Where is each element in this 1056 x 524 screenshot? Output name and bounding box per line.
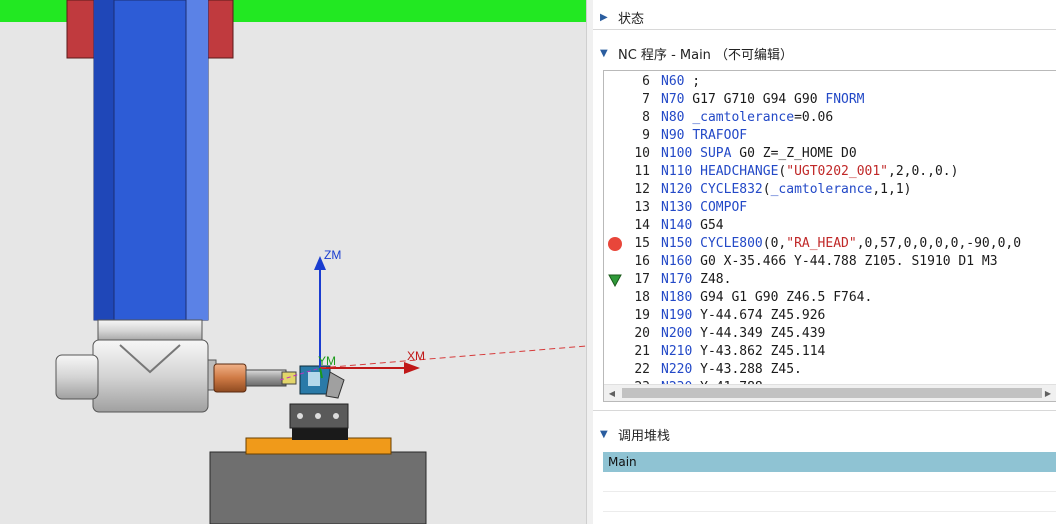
code-line[interactable]: 12 N120 CYCLE832(_camtolerance,1,1) [604, 181, 1056, 199]
code-text: N70 G17 G710 G94 G90 FNORM [661, 92, 865, 107]
status-header-label: 状态 [618, 11, 645, 27]
code-text: N210 Y-43.862 Z45.114 [661, 344, 826, 359]
cutting-tool [245, 369, 287, 387]
code-text: N190 Y-44.674 Z45.926 [661, 308, 826, 323]
code-text: N90 TRAFOOF [661, 128, 748, 143]
horizontal-scrollbar[interactable]: ◀ ▶ [604, 384, 1056, 401]
code-line[interactable]: 13 N130 COMPOF [604, 199, 1056, 217]
rotary-table [245, 437, 392, 455]
code-text: N200 Y-44.349 Z45.439 [661, 326, 826, 341]
code-text: N160 G0 X-35.466 Y-44.788 Z105. S1910 D1… [661, 254, 998, 269]
code-text: N140 G54 [661, 218, 724, 233]
line-number: 20 [634, 326, 650, 341]
code-text: N130 COMPOF [661, 200, 748, 215]
panel-splitter[interactable] [586, 0, 593, 524]
line-number: 15 [634, 236, 650, 251]
line-number: 19 [634, 308, 650, 323]
tool-holder [213, 363, 247, 393]
ym-label: YM [318, 354, 336, 368]
line-number: 13 [634, 200, 650, 215]
nc-program-section-header[interactable]: ▼ NC 程序 - Main （不可编辑） [593, 42, 1056, 64]
code-line[interactable]: 11 N110 HEADCHANGE("UGT0202_001",2,0.,0.) [604, 163, 1056, 181]
code-text: N80 _camtolerance=0.06 [661, 110, 834, 125]
code-line[interactable]: 21 N210 Y-43.862 Z45.114 [604, 343, 1056, 361]
code-line[interactable]: 8 N80 _camtolerance=0.06 [604, 109, 1056, 127]
code-text: N110 HEADCHANGE("UGT0202_001",2,0.,0.) [661, 164, 959, 179]
code-line[interactable]: 9 N90 TRAFOOF [604, 127, 1056, 145]
call-stack-section-header[interactable]: ▼ 调用堆栈 [593, 423, 1056, 445]
code-line[interactable]: 18 N180 G94 G1 G90 Z46.5 F764. [604, 289, 1056, 307]
call-stack-empty-row [603, 492, 1056, 512]
code-line[interactable]: 17 N170 Z48. [604, 271, 1056, 289]
nc-code-editor[interactable]: 6 N60 ; 7 N70 G17 G710 G94 G90 FNORM 8 N80 _c… [603, 70, 1056, 402]
stack-header-label: 调用堆栈 [618, 428, 671, 444]
line-number: 18 [634, 290, 650, 305]
code-text: N150 CYCLE800(0,"RA_HEAD",0,57,0,0,0,0,-… [661, 236, 1022, 251]
code-line[interactable]: 19 N190 Y-44.674 Z45.926 [604, 307, 1056, 325]
call-stack-table: Main [603, 452, 1056, 524]
code-text: N180 G94 G1 G90 Z46.5 F764. [661, 290, 873, 305]
tool-path [319, 345, 586, 369]
code-line[interactable]: 15 N150 CYCLE800(0,"RA_HEAD",0,57,0,0,0,0… [604, 235, 1056, 253]
line-number: 17 [634, 272, 650, 287]
collapse-icon: ▼ [600, 47, 608, 59]
line-number: 16 [634, 254, 650, 269]
xm-label: XM [407, 349, 425, 363]
expand-icon: ▶ [600, 11, 608, 23]
angle-head [55, 339, 217, 413]
code-text: N220 Y-43.288 Z45. [661, 362, 802, 377]
line-number: 8 [642, 110, 650, 125]
red-clamp-right [207, 0, 234, 59]
scrollbar-thumb[interactable] [622, 388, 1042, 398]
call-stack-row[interactable]: Main [603, 452, 1056, 472]
line-number: 7 [642, 92, 650, 107]
line-number: 11 [634, 164, 650, 179]
code-line[interactable]: 16 N160 G0 X-35.466 Y-44.788 Z105. S1910 … [604, 253, 1056, 271]
code-line[interactable]: 10 N100 SUPA G0 Z=_Z_HOME D0 [604, 145, 1056, 163]
code-line[interactable]: 7 N70 G17 G710 G94 G90 FNORM [604, 91, 1056, 109]
divider [593, 410, 1056, 411]
collapse-icon: ▼ [600, 428, 608, 440]
line-number: 9 [642, 128, 650, 143]
line-number: 6 [642, 74, 650, 89]
red-clamp-left [66, 0, 95, 59]
line-number: 14 [634, 218, 650, 233]
machine-3d-viewport[interactable]: ZM YM XM [0, 0, 586, 524]
divider [593, 29, 1056, 30]
code-text: N170 Z48. [661, 272, 732, 287]
scroll-left-icon[interactable]: ◀ [604, 385, 620, 401]
code-text: N60 ; [661, 74, 701, 89]
code-line[interactable]: 20 N200 Y-44.349 Z45.439 [604, 325, 1056, 343]
machine-table [209, 451, 427, 524]
line-number: 21 [634, 344, 650, 359]
nc-header-label: NC 程序 - Main （不可编辑） [618, 47, 794, 63]
call-stack-empty-row [603, 472, 1056, 492]
head-neck [97, 319, 203, 343]
code-line[interactable]: 22 N220 Y-43.288 Z45. [604, 361, 1056, 379]
code-line[interactable]: 14 N140 G54 [604, 217, 1056, 235]
line-number: 22 [634, 362, 650, 377]
code-text: N100 SUPA G0 Z=_Z_HOME D0 [661, 146, 857, 161]
side-panel: ▶ 状态 ▼ NC 程序 - Main （不可编辑） 6 N60 ; 7 N70 G1… [593, 0, 1056, 524]
code-line[interactable]: 6 N60 ; [604, 73, 1056, 91]
code-text: N120 CYCLE832(_camtolerance,1,1) [661, 182, 912, 197]
scroll-right-icon[interactable]: ▶ [1040, 385, 1056, 401]
line-number: 12 [634, 182, 650, 197]
machine-scene [0, 0, 586, 524]
status-section-header[interactable]: ▶ 状态 [593, 6, 1056, 28]
zm-label: ZM [324, 248, 342, 262]
line-number: 10 [634, 146, 650, 161]
